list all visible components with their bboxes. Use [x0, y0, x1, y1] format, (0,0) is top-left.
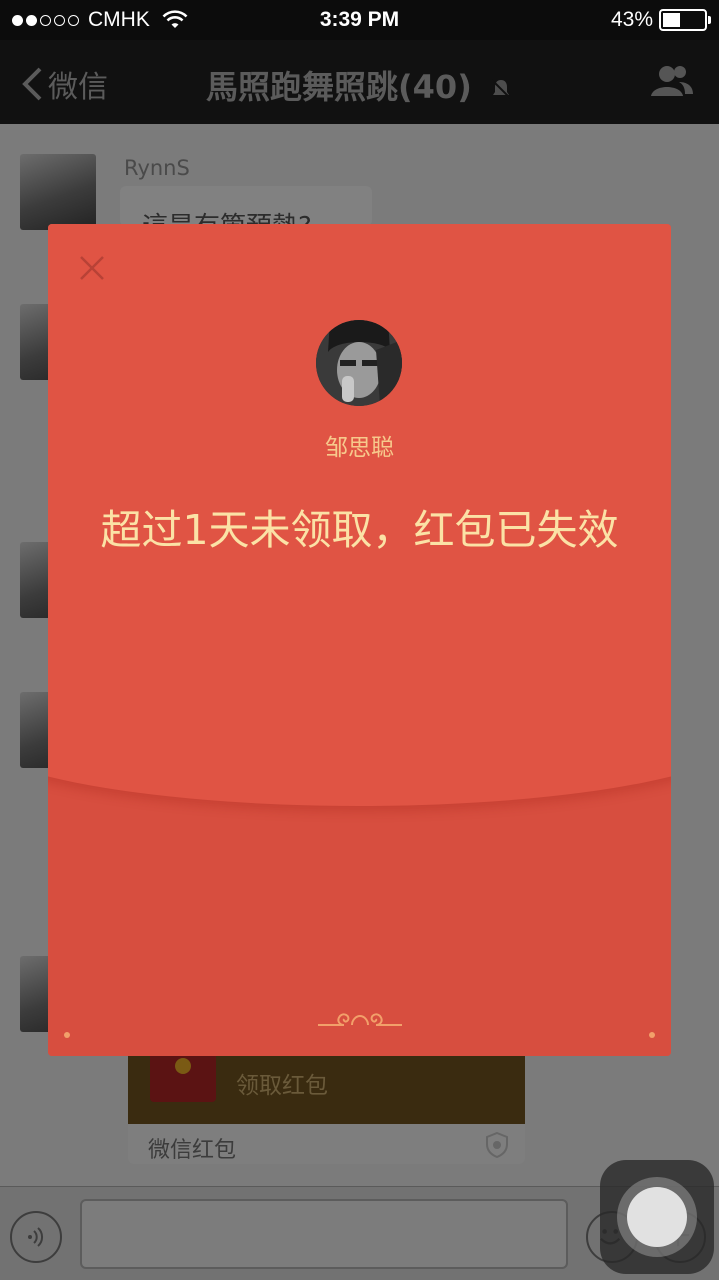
red-envelope-icon: [150, 1052, 216, 1102]
assistive-touch-button[interactable]: [600, 1160, 714, 1274]
assistive-core: [627, 1187, 687, 1247]
expired-message: 超过1天未领取，红包已失效: [100, 506, 619, 554]
red-packet-modal: 邹思聪 超过1天未领取，红包已失效: [48, 224, 671, 1056]
red-packet-action: 领取红包: [236, 1073, 328, 1099]
mute-icon: [491, 79, 511, 99]
sender-name: 邹思聪: [325, 435, 394, 461]
ornament-icon: [318, 1013, 402, 1026]
close-icon[interactable]: [76, 252, 108, 284]
battery-status: 43%: [610, 8, 711, 32]
status-bar: CMHK 3:39 PM 43%: [0, 0, 719, 40]
corner-dot: [649, 1032, 655, 1038]
contacts-icon[interactable]: [649, 62, 695, 100]
chat-title: 馬照跑舞照跳(40): [0, 62, 719, 108]
chat-title-text: 馬照跑舞照跳(40): [206, 68, 472, 106]
nav-bar: 微信 馬照跑舞照跳(40): [0, 40, 719, 124]
message-input[interactable]: [80, 1199, 568, 1269]
shield-icon: [486, 1132, 508, 1158]
red-packet-brand: 微信红包: [148, 1138, 237, 1163]
message-bubble[interactable]: 這是有箇預熱?: [120, 186, 372, 226]
sender-name: RynnS: [124, 156, 190, 180]
corner-dot: [64, 1032, 70, 1038]
voice-icon: [28, 1227, 44, 1247]
battery-percent: 43%: [610, 8, 653, 31]
avatar[interactable]: [20, 154, 96, 230]
voice-button[interactable]: [10, 1211, 62, 1263]
battery-icon: [659, 9, 711, 31]
sender-avatar: [316, 320, 402, 406]
